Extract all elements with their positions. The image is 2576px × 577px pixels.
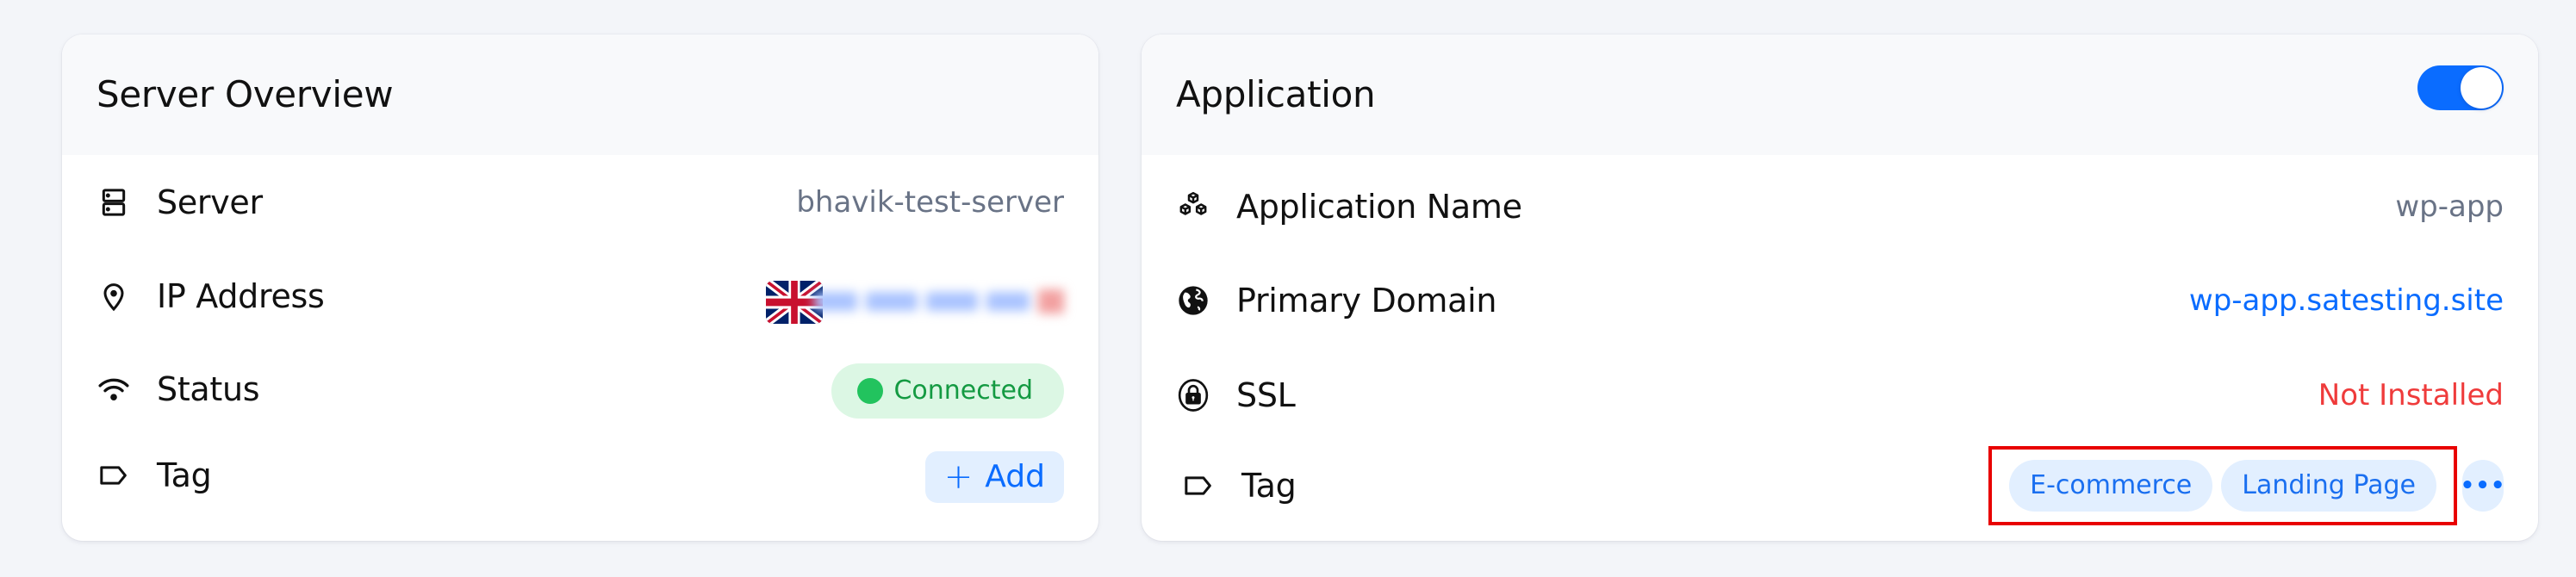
tag-icon: [1181, 468, 1216, 503]
card-title: Server Overview: [96, 73, 394, 115]
ssl-label: SSL: [1236, 376, 1296, 414]
application-name-value: wp-app: [2395, 189, 2504, 224]
application-enabled-toggle[interactable]: [2417, 65, 2504, 110]
ip-address-label: IP Address: [157, 277, 325, 315]
primary-domain-link[interactable]: wp-app.satesting.site: [2189, 266, 2504, 335]
toggle-knob: [2461, 67, 2502, 109]
ssl-status-value: Not Installed: [2318, 378, 2504, 413]
card-title: Application: [1176, 73, 1376, 115]
ip-address-value-redacted: [814, 284, 1064, 319]
wifi-icon: [96, 372, 131, 406]
status-text: Connected: [893, 375, 1033, 406]
tag-row: Tag + Add: [62, 441, 1098, 510]
map-pin-icon: [96, 279, 131, 313]
server-row: Server bhavik-test-server: [62, 168, 1098, 237]
primary-domain-row: Primary Domain wp-app.satesting.site: [1142, 266, 2538, 335]
plus-icon: +: [943, 457, 974, 497]
server-name-value: bhavik-test-server: [796, 185, 1064, 220]
cubes-icon: [1176, 189, 1210, 224]
more-horizontal-icon[interactable]: •••: [2461, 460, 2504, 512]
application-name-label: Application Name: [1236, 188, 1522, 226]
application-name-row: Application Name wp-app: [1142, 172, 2538, 241]
status-row: Status Connected: [62, 355, 1098, 424]
status-dot-icon: [857, 378, 884, 404]
tag-icon: [96, 458, 131, 493]
status-badge: Connected: [831, 363, 1064, 419]
add-tag-button[interactable]: + Add: [924, 451, 1064, 503]
status-label: Status: [157, 370, 260, 408]
primary-domain-label: Primary Domain: [1236, 282, 1497, 320]
tag-pill-landing-page[interactable]: Landing Page: [2221, 460, 2436, 512]
tags-highlight-box: E-commerce Landing Page: [1988, 446, 2457, 525]
server-label: Server: [157, 183, 263, 221]
card-header: Application: [1142, 34, 2538, 155]
server-icon: [96, 185, 131, 220]
server-overview-card: Server Overview Server bhavik-test-serve…: [62, 34, 1098, 541]
application-card: Application Application Name wp-app Prim…: [1142, 34, 2538, 541]
ssl-row: SSL Not Installed: [1142, 361, 2538, 430]
add-tag-label: Add: [985, 459, 1045, 494]
lock-icon: [1176, 378, 1210, 413]
card-header: Server Overview: [62, 34, 1098, 155]
app-tag-label: Tag: [1241, 467, 1297, 505]
tag-label: Tag: [157, 456, 212, 494]
ip-address-row: IP Address: [62, 262, 1098, 331]
globe-icon: [1176, 283, 1210, 318]
app-tags: E-commerce Landing Page •••: [1988, 444, 2504, 527]
tag-pill-ecommerce[interactable]: E-commerce: [2009, 460, 2213, 512]
app-tag-row: Tag E-commerce Landing Page •••: [1142, 446, 2538, 525]
